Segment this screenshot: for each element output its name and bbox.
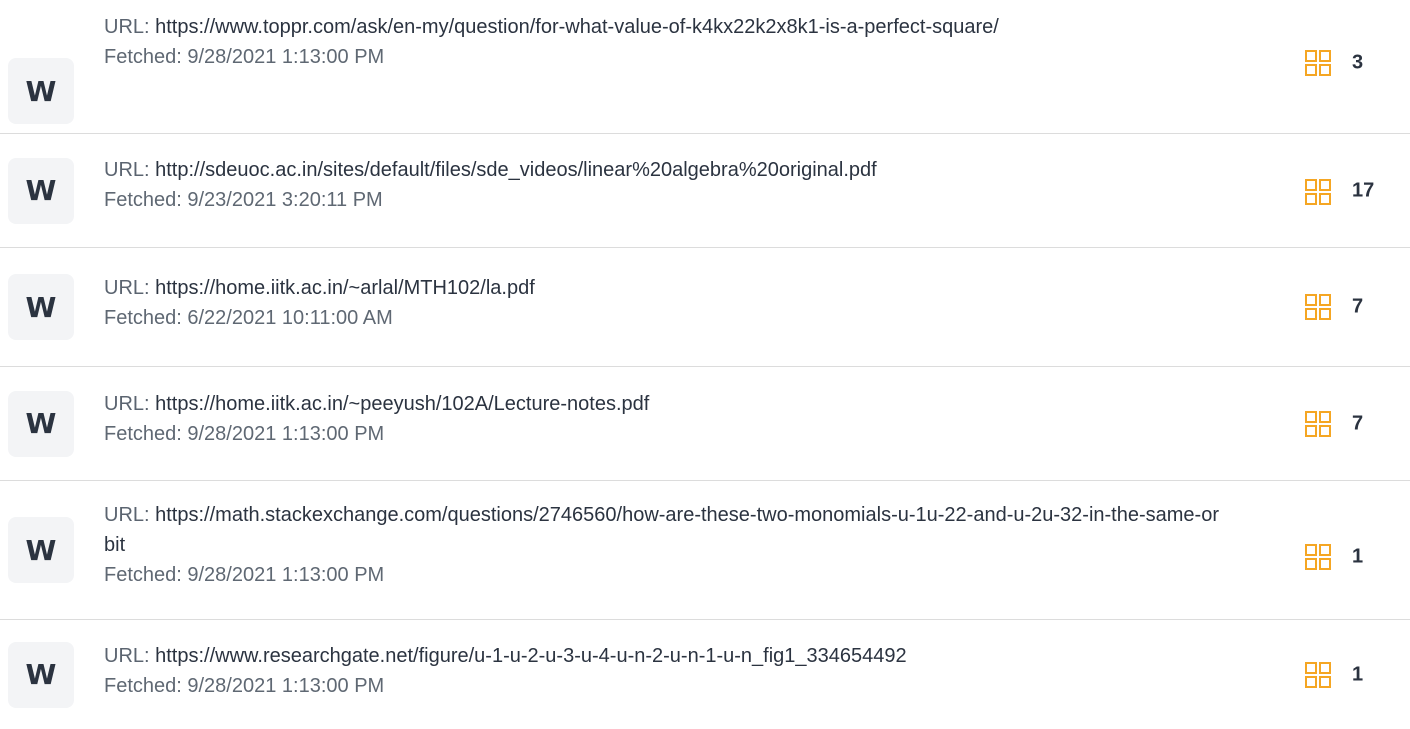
match-count: 7: [1352, 412, 1364, 434]
source-url[interactable]: https://www.researchgate.net/figure/u-1-…: [155, 645, 907, 667]
source-type-badge: W: [8, 517, 74, 583]
source-details: URL: http://sdeuoc.ac.in/sites/default/f…: [104, 155, 1224, 215]
match-count: 3: [1352, 51, 1364, 74]
fetched-date: Fetched: 9/28/2021 1:13:00 PM: [104, 564, 385, 586]
source-type-badge: W: [8, 641, 74, 708]
match-count: 1: [1352, 545, 1364, 568]
source-type-badge: W: [8, 390, 74, 457]
source-url[interactable]: https://home.iitk.ac.in/~arlal/MTH102/la…: [155, 277, 535, 299]
source-url[interactable]: http://sdeuoc.ac.in/sites/default/files/…: [155, 159, 877, 181]
source-list: W URL: https://www.toppr.com/ask/en-my/q…: [0, 0, 1410, 729]
fetched-date: Fetched: 6/22/2021 10:11:00 AM: [104, 307, 393, 329]
source-row[interactable]: W URL: https://www.researchgate.net/figu…: [0, 620, 1410, 729]
grid-icon[interactable]: [1305, 410, 1331, 437]
url-label: URL:: [104, 393, 156, 415]
url-label: URL:: [104, 159, 156, 181]
url-label: URL:: [104, 16, 156, 38]
grid-icon[interactable]: [1305, 294, 1331, 320]
url-label: URL:: [104, 277, 156, 299]
fetched-date: Fetched: 9/28/2021 1:13:00 PM: [104, 46, 385, 68]
grid-icon[interactable]: [1305, 661, 1331, 688]
url-label: URL:: [104, 504, 156, 526]
source-url[interactable]: https://math.stackexchange.com/questions…: [104, 504, 1219, 556]
grid-icon[interactable]: [1305, 50, 1331, 76]
source-details: URL: https://home.iitk.ac.in/~peeyush/10…: [104, 389, 1224, 449]
grid-icon[interactable]: [1305, 179, 1331, 205]
grid-icon[interactable]: [1305, 544, 1331, 570]
source-row[interactable]: W URL: https://www.toppr.com/ask/en-my/q…: [0, 0, 1410, 134]
fetched-date: Fetched: 9/23/2021 3:20:11 PM: [104, 189, 383, 211]
match-count: 17: [1352, 179, 1375, 201]
source-row[interactable]: W URL: https://home.iitk.ac.in/~arlal/MT…: [0, 248, 1410, 367]
source-url[interactable]: https://home.iitk.ac.in/~peeyush/102A/Le…: [155, 393, 649, 415]
source-row[interactable]: W URL: https://math.stackexchange.com/qu…: [0, 481, 1410, 620]
source-details: URL: https://www.toppr.com/ask/en-my/que…: [104, 12, 1224, 72]
source-details: URL: https://home.iitk.ac.in/~arlal/MTH1…: [104, 273, 1224, 333]
fetched-date: Fetched: 9/28/2021 1:13:00 PM: [104, 423, 385, 445]
source-type-badge: W: [8, 58, 74, 124]
source-url[interactable]: https://www.toppr.com/ask/en-my/question…: [155, 16, 999, 38]
source-row[interactable]: W URL: https://home.iitk.ac.in/~peeyush/…: [0, 367, 1410, 481]
source-details: URL: https://math.stackexchange.com/ques…: [104, 500, 1224, 590]
url-label: URL:: [104, 645, 156, 667]
source-type-badge: W: [8, 274, 74, 340]
source-type-badge: W: [8, 157, 74, 224]
source-row[interactable]: W URL: http://sdeuoc.ac.in/sites/default…: [0, 134, 1410, 248]
match-count: 1: [1352, 663, 1364, 685]
source-details: URL: https://www.researchgate.net/figure…: [104, 641, 1224, 701]
fetched-date: Fetched: 9/28/2021 1:13:00 PM: [104, 675, 385, 697]
match-count: 7: [1352, 295, 1364, 318]
